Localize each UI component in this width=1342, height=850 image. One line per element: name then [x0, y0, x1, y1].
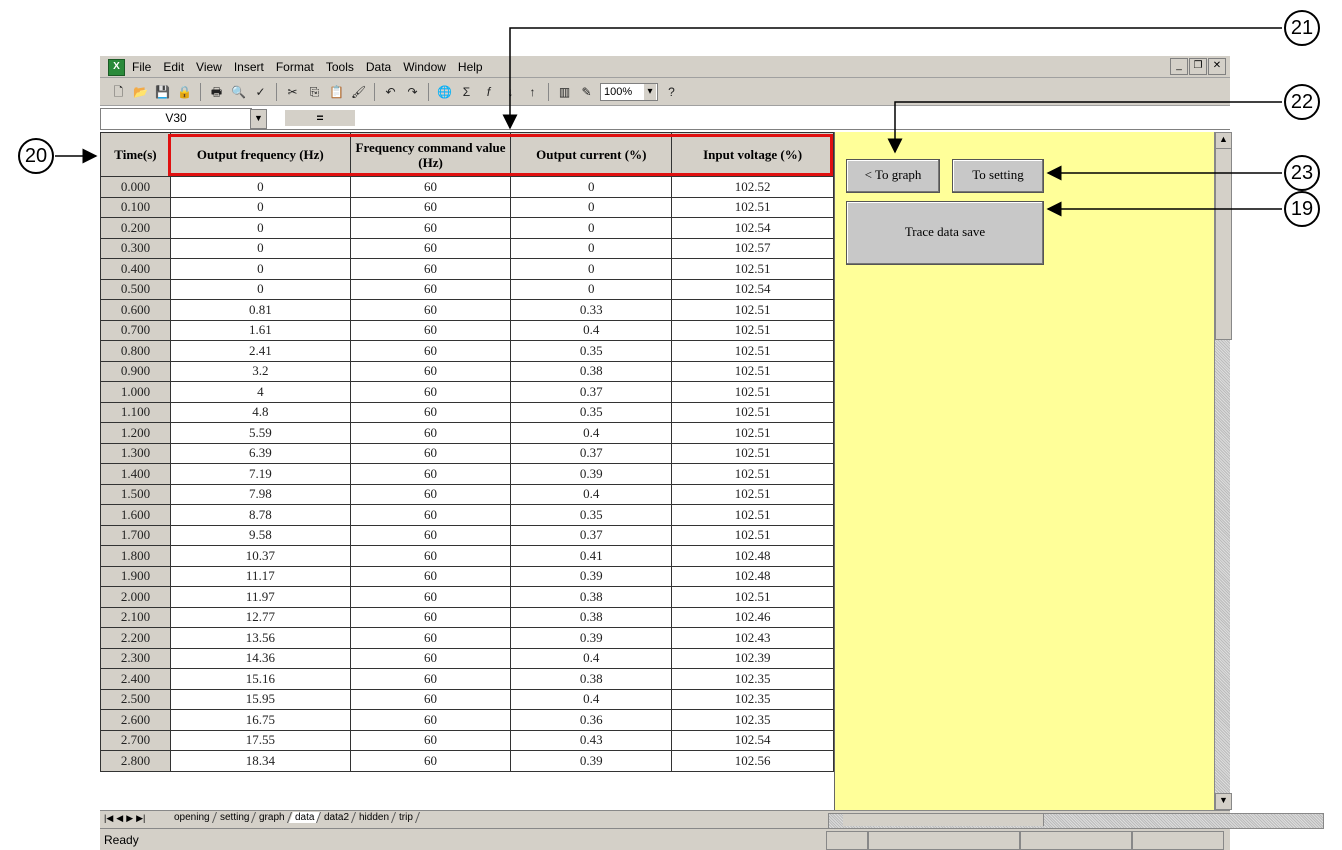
callout-21: 21 [1284, 10, 1320, 46]
callout-arrows [55, 27, 1282, 217]
callout-20: 20 [18, 138, 54, 174]
callout-23: 23 [1284, 155, 1320, 191]
callout-22: 22 [1284, 84, 1320, 120]
callout-19: 19 [1284, 191, 1320, 227]
